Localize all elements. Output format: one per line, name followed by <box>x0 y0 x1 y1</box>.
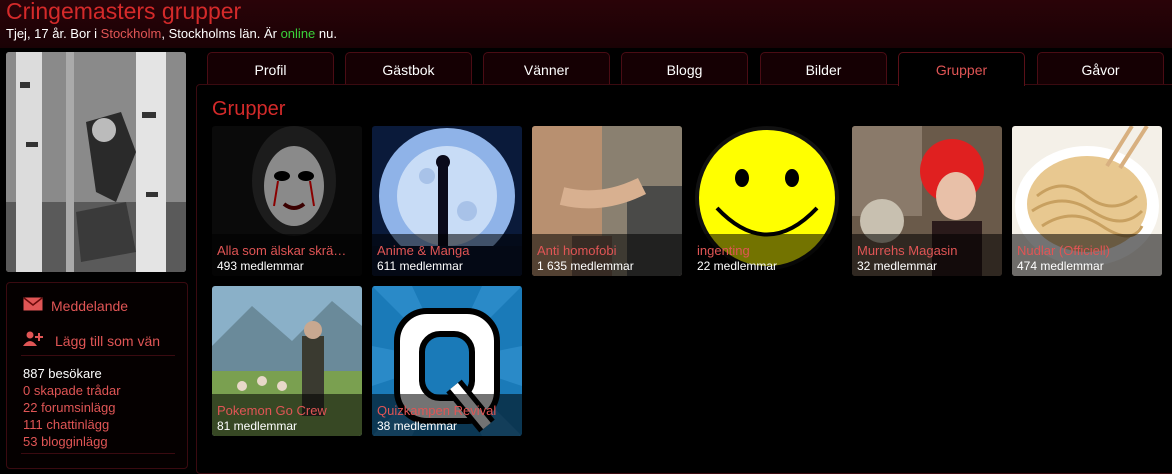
sidebar-divider <box>21 355 175 356</box>
group-card[interactable]: Pokemon Go Crew 81 medlemmar <box>212 286 362 436</box>
tab-vanner[interactable]: Vänner <box>483 52 610 84</box>
group-members: 32 medlemmar <box>857 259 938 273</box>
group-name: ingenting <box>697 243 750 258</box>
group-name: Alla som älskar skrä… <box>217 243 347 258</box>
add-friend-label: Lägg till som vän <box>55 332 161 349</box>
tab-blogg[interactable]: Blogg <box>621 52 748 84</box>
group-name: Anime & Manga <box>377 243 470 258</box>
chat-posts-link[interactable]: 111 chattinlägg <box>23 416 121 433</box>
group-members: 474 medlemmar <box>1017 259 1104 273</box>
tab-gavor[interactable]: Gåvor <box>1037 52 1164 84</box>
profile-bio: Tjej, 17 år. Bor i Stockholm, Stockholms… <box>6 26 337 41</box>
group-name: Anti homofobi <box>537 243 617 258</box>
bio-middle: , Stockholms län. Är <box>161 26 281 41</box>
tab-profil[interactable]: Profil <box>207 52 334 84</box>
group-card[interactable]: ingenting 22 medlemmar <box>692 126 842 276</box>
section-title: Grupper <box>212 98 286 120</box>
message-label: Meddelande <box>51 297 129 314</box>
message-link[interactable]: Meddelande <box>23 297 128 314</box>
group-card[interactable]: Anti homofobi 1 635 medlemmar <box>532 126 682 276</box>
tab-bilder[interactable]: Bilder <box>760 52 887 84</box>
group-card[interactable]: Murrehs Magasin 32 medlemmar <box>852 126 1002 276</box>
sidebar-divider <box>21 453 175 454</box>
sidebar: Meddelande Lägg till som vän 887 besökar… <box>6 282 188 469</box>
group-card[interactable]: Anime & Manga 611 medlemmar <box>372 126 522 276</box>
forum-posts-link[interactable]: 22 forumsinlägg <box>23 399 121 416</box>
city-link[interactable]: Stockholm <box>101 26 162 41</box>
group-members: 38 medlemmar <box>377 419 458 433</box>
tab-gastbok[interactable]: Gästbok <box>345 52 472 84</box>
group-name: Pokemon Go Crew <box>217 403 327 418</box>
group-members: 22 medlemmar <box>697 259 778 273</box>
tab-grupper[interactable]: Grupper <box>898 52 1025 86</box>
group-card[interactable]: Alla som älskar skrä… 493 medlemmar <box>212 126 362 276</box>
profile-stats: 887 besökare 0 skapade trådar 22 forumsi… <box>23 365 121 450</box>
group-members: 493 medlemmar <box>217 259 304 273</box>
group-name: Quizkampen Revival <box>377 403 497 418</box>
threads-link[interactable]: 0 skapade trådar <box>23 382 121 399</box>
group-card[interactable]: Quizkampen Revival 38 medlemmar <box>372 286 522 436</box>
group-members: 1 635 medlemmar <box>537 259 634 273</box>
bio-prefix: Tjej, 17 år. Bor i <box>6 26 101 41</box>
blog-posts-link[interactable]: 53 blogginlägg <box>23 433 121 450</box>
online-status: online <box>280 26 316 41</box>
profile-photo[interactable] <box>6 52 186 272</box>
group-members: 611 medlemmar <box>377 259 463 273</box>
group-name: Nudlar (Officiell) <box>1017 243 1110 258</box>
group-members: 81 medlemmar <box>217 419 298 433</box>
group-card[interactable]: Nudlar (Officiell) 474 medlemmar <box>1012 126 1162 276</box>
envelope-icon <box>23 297 43 314</box>
add-user-icon <box>23 331 43 350</box>
add-friend-link[interactable]: Lägg till som vän <box>23 331 160 350</box>
visitors-count: 887 besökare <box>23 366 102 381</box>
page-title: Cringemasters grupper <box>6 0 242 24</box>
bio-suffix: nu. <box>315 26 337 41</box>
group-name: Murrehs Magasin <box>857 243 958 258</box>
